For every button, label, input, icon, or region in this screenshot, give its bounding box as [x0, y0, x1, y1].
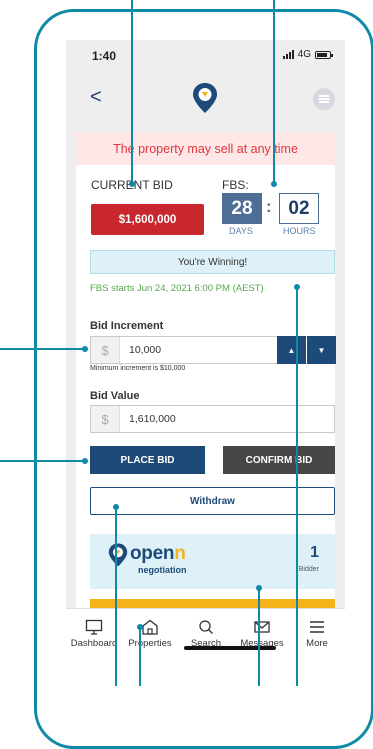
callout-dot: [113, 504, 119, 510]
bid-value-input[interactable]: 1,610,000: [129, 413, 176, 425]
callout-line: [273, 0, 275, 184]
callout-dot: [256, 585, 262, 591]
tab-dashboard[interactable]: Dashboard: [66, 619, 122, 649]
callout-line: [115, 507, 117, 686]
currency-prefix: $: [91, 406, 120, 432]
place-bid-button[interactable]: PLACE BID: [90, 446, 205, 474]
bid-value-label: Bid Value: [90, 390, 140, 402]
callout-dot: [294, 284, 300, 290]
callout-line: [296, 287, 298, 686]
mail-icon: [254, 621, 270, 633]
withdraw-button[interactable]: Withdraw: [90, 487, 335, 515]
tab-label: Dashboard: [70, 638, 118, 649]
callout-line: [258, 588, 260, 686]
callout-dot: [82, 458, 88, 464]
signal-icon: [282, 50, 294, 59]
tab-label: Properties: [128, 638, 172, 649]
status-time: 1:40: [92, 49, 117, 63]
bottom-tab-bar: Dashboard Properties Search Messages Mor…: [66, 608, 345, 685]
bid-increment-field[interactable]: $ 10,000 ▲ ▼: [90, 336, 336, 364]
fbs-hours-value: 02: [279, 193, 319, 224]
openn-brand-sub: negotiation: [138, 565, 187, 575]
bidder-count: 1: [310, 544, 319, 561]
bid-increment-input[interactable]: 10,000: [129, 344, 161, 356]
battery-icon: [315, 50, 333, 59]
currency-prefix: $: [91, 337, 120, 363]
callout-dot: [271, 181, 277, 187]
bid-value-field[interactable]: $ 1,610,000: [90, 405, 335, 433]
increment-hint: Minimum increment is $10,000: [90, 365, 186, 372]
callout-line: [139, 627, 141, 686]
fbs-days-label: DAYS: [229, 226, 253, 236]
back-chevron-icon[interactable]: <: [90, 86, 102, 109]
increment-up-button[interactable]: ▲: [277, 336, 306, 364]
tab-properties[interactable]: Properties: [122, 619, 178, 649]
tab-search[interactable]: Search: [178, 619, 234, 649]
openn-negotiation-panel: openn negotiation 1 Bidder: [90, 534, 335, 589]
openn-brand: openn: [130, 543, 186, 564]
callout-line: [131, 0, 133, 184]
fbs-days-value: 28: [222, 193, 262, 224]
nav-header: <: [66, 80, 345, 130]
fbs-separator: :: [266, 197, 272, 216]
menu-icon: [310, 621, 324, 633]
increment-down-button[interactable]: ▼: [307, 336, 336, 364]
fbs-label: FBS:: [222, 178, 249, 192]
status-indicators: 4G: [282, 49, 333, 60]
tab-messages[interactable]: Messages: [234, 619, 290, 649]
bid-status-message: You're Winning!: [90, 250, 335, 274]
callout-dot: [137, 624, 143, 630]
home-indicator: [184, 646, 276, 650]
status-bar: 1:40 4G: [66, 40, 345, 70]
openn-pin-logo-icon: [193, 83, 217, 113]
menu-circle-icon[interactable]: [313, 88, 335, 110]
callout-line: [0, 348, 86, 350]
bidder-label: Bidder: [298, 566, 319, 573]
callout-dot: [129, 181, 135, 187]
bid-increment-label: Bid Increment: [90, 320, 164, 332]
fbs-start-time: FBS starts Jun 24, 2021 6:00 PM (AEST): [90, 283, 264, 294]
sell-warning-banner: The property may sell at any time: [76, 132, 335, 165]
monitor-icon: [85, 619, 103, 635]
app-screen: 1:40 4G < The property may sell at any t…: [66, 40, 345, 685]
search-icon: [199, 620, 213, 634]
fbs-hours-label: HOURS: [283, 226, 316, 236]
callout-dot: [82, 346, 88, 352]
network-label: 4G: [297, 49, 311, 60]
home-icon: [142, 619, 158, 635]
current-bid-value: $1,600,000: [91, 204, 204, 235]
confirm-bid-button[interactable]: CONFIRM BID: [223, 446, 335, 474]
openn-pin-icon: [108, 543, 128, 567]
callout-line: [0, 460, 86, 462]
